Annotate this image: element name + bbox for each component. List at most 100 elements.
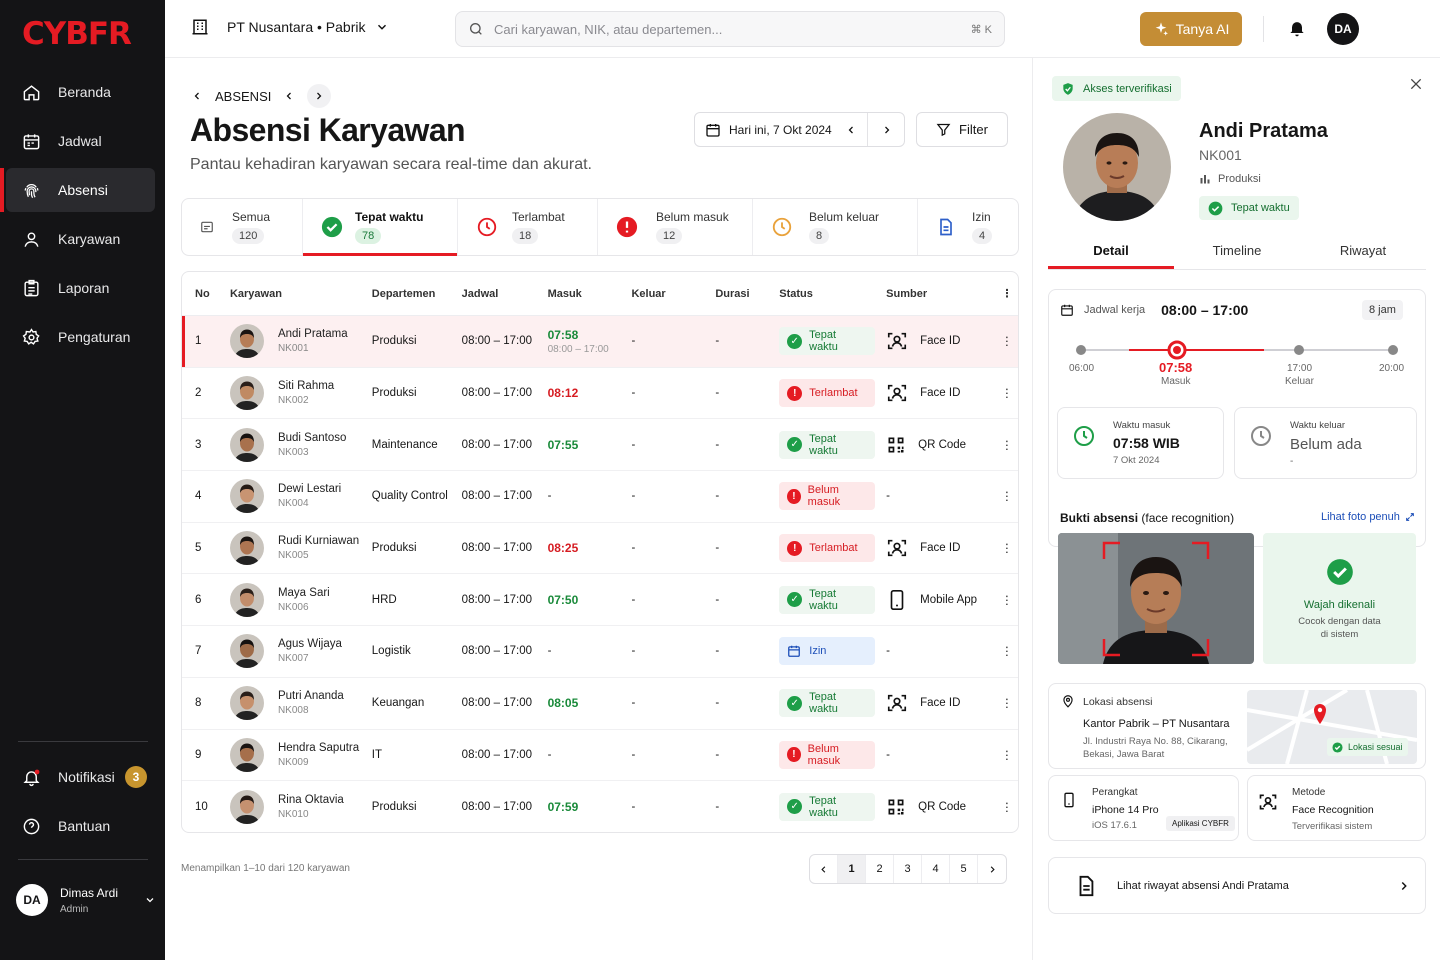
sidebar-item-pengaturan[interactable]: Pengaturan	[6, 315, 155, 359]
table-row[interactable]: 6 Maya Sari NK006 HRD 08:00 – 17:00 07:50 - - ✓ T…	[182, 574, 1018, 627]
date-picker[interactable]: Hari ini, 7 Okt 2024	[694, 112, 905, 147]
status-label: Terlambat	[809, 542, 858, 555]
schedule-cell: 08:00 – 17:00	[461, 387, 533, 400]
sidebar-item-bantuan[interactable]: Bantuan	[6, 804, 155, 848]
employee-name[interactable]: Budi Santoso	[278, 432, 346, 444]
table-row[interactable]: 9 Hendra Saputra NK009 IT 08:00 – 17:00 - - -! B…	[182, 730, 1018, 782]
user-profile[interactable]: DA Dimas Ardi Admin	[16, 884, 156, 916]
chevron-left-icon[interactable]	[191, 90, 203, 102]
brand-logo[interactable]: CYBFR	[22, 16, 132, 52]
employee-name[interactable]: Hendra Saputra	[278, 742, 359, 754]
sidebar-item-laporan[interactable]: Laporan	[6, 266, 155, 310]
chevron-right-icon[interactable]	[881, 124, 893, 136]
sidebar-item-notifikasi[interactable]: Notifikasi 3	[6, 755, 155, 799]
column-header[interactable]: Status	[779, 288, 886, 300]
sidebar-item-beranda[interactable]: Beranda	[6, 70, 155, 114]
check-in-time: -	[547, 748, 552, 761]
view-full-photo-link[interactable]: Lihat foto penuh	[1321, 511, 1415, 523]
table-row[interactable]: 5 Rudi Kurniawan NK005 Produksi 08:00 – 17:0…	[182, 523, 1018, 575]
row-menu-icon[interactable]: ⋮	[996, 438, 1018, 452]
source-cell: -	[886, 645, 996, 657]
tab-izin[interactable]: Izin 4	[918, 199, 1018, 255]
column-header[interactable]: Jadwal	[462, 288, 548, 300]
search-input[interactable]: Cari karyawan, NIK, atau departemen...	[494, 22, 722, 37]
column-header[interactable]: Karyawan	[230, 288, 372, 300]
status-badge: ! Belum masuk	[779, 740, 876, 769]
row-menu-icon[interactable]: ⋮	[996, 386, 1018, 400]
row-menu-icon[interactable]: ⋮	[996, 489, 1018, 503]
employee-photo	[1063, 113, 1171, 221]
search-bar[interactable]: Cari karyawan, NIK, atau departemen... ⌘…	[455, 11, 1005, 47]
tab-detail[interactable]: Detail	[1048, 238, 1174, 269]
page-button[interactable]: 1	[838, 855, 866, 883]
column-header[interactable]: Masuk	[548, 288, 632, 300]
location-map[interactable]: Lokasi sesuai	[1247, 690, 1417, 764]
company-switcher[interactable]: PT Nusantara • Pabrik	[191, 18, 389, 36]
ask-ai-button[interactable]: Tanya AI	[1140, 12, 1242, 46]
filter-button[interactable]: Filter	[916, 112, 1008, 147]
check-in-card: Waktu masuk 07:58 WIB 7 Okt 2024	[1057, 407, 1224, 479]
table-row[interactable]: 3 Budi Santoso NK003 Maintenance 08:00 – 17:…	[182, 419, 1018, 472]
tab-riwayat[interactable]: Riwayat	[1300, 238, 1426, 269]
column-header[interactable]: Departemen	[372, 288, 462, 300]
sidebar-item-jadwal[interactable]: Jadwal	[6, 119, 155, 163]
employee-name[interactable]: Maya Sari	[278, 587, 330, 599]
page-button[interactable]: 2	[866, 855, 894, 883]
employee-cell: Rudi Kurniawan NK005	[229, 531, 372, 566]
tab-belum-masuk[interactable]: Belum masuk 12	[598, 199, 753, 255]
source-cell: Face ID	[886, 382, 996, 404]
tab-semua[interactable]: Semua 120	[182, 199, 303, 255]
column-header[interactable]: Durasi	[715, 288, 779, 300]
close-panel-button[interactable]	[1408, 76, 1424, 97]
row-menu-icon[interactable]: ⋮	[996, 800, 1018, 814]
view-history-link[interactable]: Lihat riwayat absensi Andi Pratama	[1048, 857, 1426, 914]
employee-name[interactable]: Rina Oktavia	[278, 794, 344, 806]
row-number: 6	[195, 593, 202, 606]
sidebar-item-karyawan[interactable]: Karyawan	[6, 217, 155, 261]
employee-name[interactable]: Putri Ananda	[278, 690, 344, 702]
forward-button[interactable]	[307, 84, 332, 108]
table-row[interactable]: 10 Rina Oktavia NK010 Produksi 08:00 – 17:00…	[182, 781, 1018, 832]
employee-name[interactable]: Dewi Lestari	[278, 483, 341, 495]
chevron-left-icon[interactable]	[845, 124, 857, 136]
column-header[interactable]: Sumber	[886, 288, 996, 300]
chevron-left-icon[interactable]	[283, 90, 295, 102]
employee-name[interactable]: Siti Rahma	[278, 380, 334, 392]
verified-label: Akses terverifikasi	[1083, 82, 1172, 95]
column-menu-icon[interactable]: ⋮	[996, 287, 1018, 300]
tab-tepat-waktu[interactable]: Tepat waktu 78	[303, 199, 458, 256]
tab-timeline[interactable]: Timeline	[1174, 238, 1300, 269]
column-header[interactable]: Keluar	[631, 288, 715, 300]
table-row[interactable]: 4 Dewi Lestari NK004 Quality Control 08:00 –…	[182, 471, 1018, 523]
employee-name[interactable]: Andi Pratama	[278, 328, 348, 340]
table-row[interactable]: 1 Andi Pratama NK001 Produksi 08:00 – 17:00 0…	[182, 316, 1018, 368]
tab-belum-keluar[interactable]: Belum keluar 8	[753, 199, 918, 255]
face-capture-image[interactable]	[1058, 533, 1254, 664]
row-menu-icon[interactable]: ⋮	[996, 696, 1018, 710]
page-button[interactable]: 5	[950, 855, 978, 883]
employee-name[interactable]: Agus Wijaya	[278, 638, 342, 650]
chevron-down-icon	[146, 898, 154, 903]
tab-terlambat[interactable]: Terlambat 18	[458, 199, 598, 255]
method-name: Face Recognition	[1292, 804, 1374, 816]
avatar[interactable]: DA	[1327, 13, 1359, 45]
table-row[interactable]: 7 Agus Wijaya NK007 Logistik 08:00 – 17:00 - -…	[182, 626, 1018, 678]
next-page-button[interactable]	[978, 855, 1006, 883]
duration-cell: -	[715, 697, 720, 710]
employee-name[interactable]: Rudi Kurniawan	[278, 535, 359, 547]
row-menu-icon[interactable]: ⋮	[996, 748, 1018, 762]
table-row[interactable]: 8 Putri Ananda NK008 Keuangan 08:00 – 17:00 0…	[182, 678, 1018, 730]
sidebar-item-absensi[interactable]: Absensi	[0, 168, 155, 212]
prev-page-button[interactable]	[810, 855, 838, 883]
page-button[interactable]: 3	[894, 855, 922, 883]
row-menu-icon[interactable]: ⋮	[996, 541, 1018, 555]
row-menu-icon[interactable]: ⋮	[996, 644, 1018, 658]
notification-button[interactable]	[1287, 18, 1307, 43]
table-row[interactable]: 2 Siti Rahma NK002 Produksi 08:00 – 17:00 08:…	[182, 368, 1018, 420]
column-header[interactable]: No	[182, 288, 230, 300]
row-menu-icon[interactable]: ⋮	[996, 593, 1018, 607]
row-menu-icon[interactable]: ⋮	[996, 334, 1018, 348]
timeline-end: 20:00	[1379, 363, 1405, 374]
user-role: Admin	[60, 903, 89, 915]
page-button[interactable]: 4	[922, 855, 950, 883]
